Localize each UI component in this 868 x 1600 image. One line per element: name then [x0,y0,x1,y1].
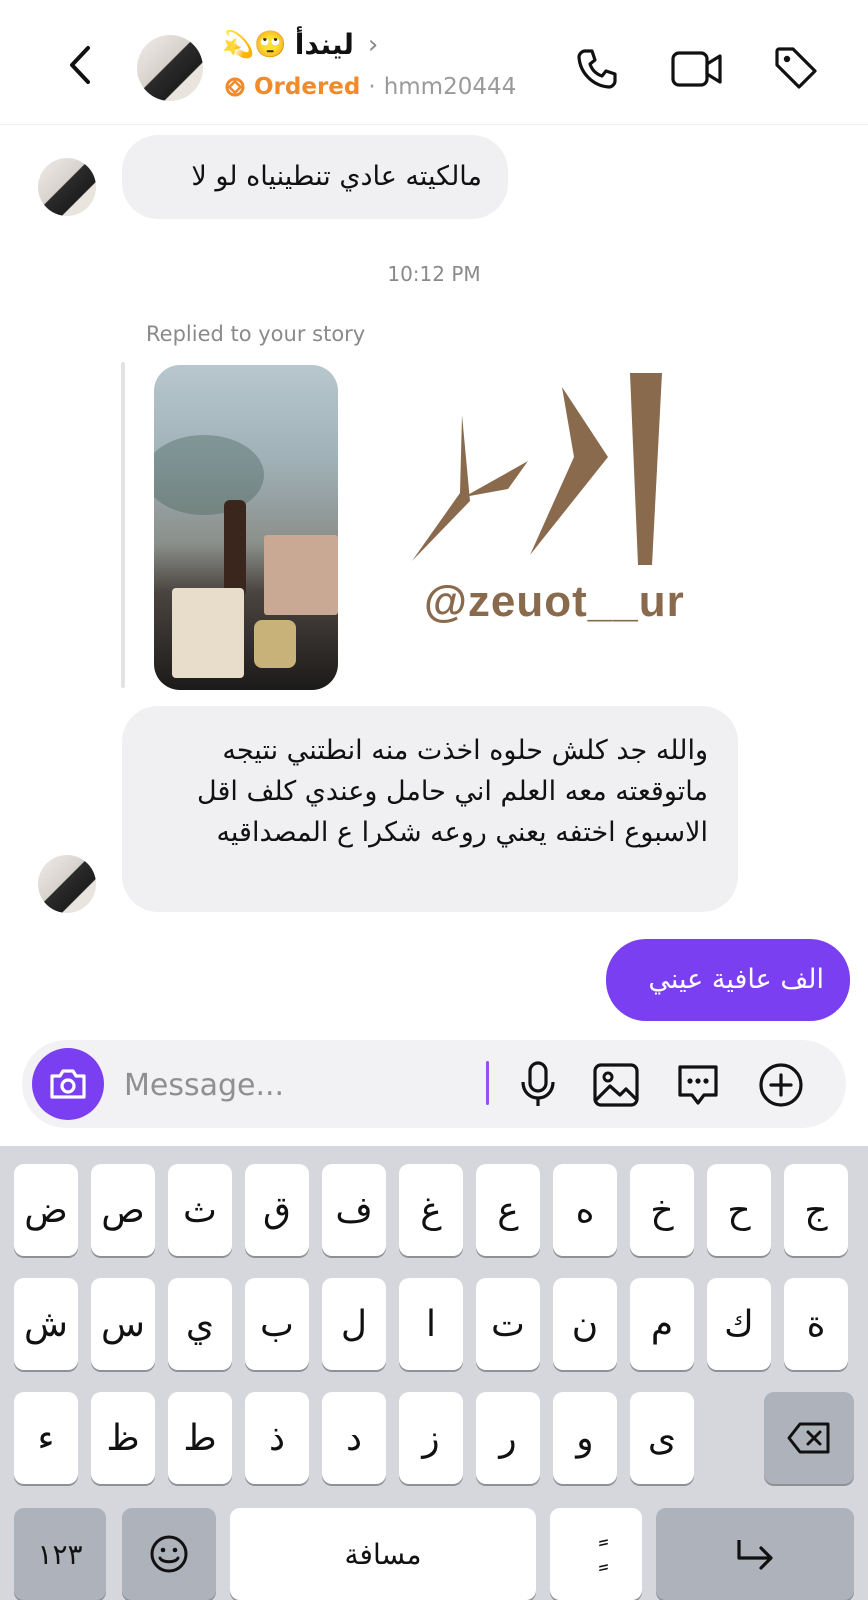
avatar[interactable] [137,35,203,101]
chat-header: 💫🙄 ليندأ › Ordered · hmm20444 [0,0,868,125]
diacritics-key[interactable]: ًٍ [550,1508,642,1600]
key[interactable]: ت [476,1278,540,1370]
key[interactable]: ج [784,1164,848,1256]
ordered-label: Ordered [254,74,361,100]
key[interactable]: خ [630,1164,694,1256]
camera-icon [50,1069,86,1099]
text-caret [486,1061,489,1105]
contact-emojis: 💫🙄 [222,29,287,60]
key[interactable]: ل [322,1278,386,1370]
microphone-icon[interactable] [514,1058,562,1112]
story-brand-handle: @zeuot__ur [424,577,685,626]
key[interactable]: ق [245,1164,309,1256]
timestamp: 10:12 PM [387,262,481,286]
brand-logo [412,373,662,565]
contact-name: ليندأ [294,28,354,61]
story-thumbnail[interactable] [154,365,338,690]
key[interactable]: ظ [91,1392,155,1484]
key[interactable]: س [91,1278,155,1370]
key[interactable]: ر [476,1392,540,1484]
phone-icon[interactable] [571,43,623,95]
key[interactable]: د [322,1392,386,1484]
plant-leaf [154,435,264,515]
product-box [172,588,244,678]
key[interactable]: ة [784,1278,848,1370]
avatar[interactable] [38,158,96,216]
key[interactable]: ذ [245,1392,309,1484]
separator: · [368,74,376,100]
contact-subtitle: Ordered · hmm20444 [224,74,516,100]
replied-label: Replied to your story [146,322,366,346]
key[interactable]: غ [399,1164,463,1256]
key[interactable]: ز [399,1392,463,1484]
keyboard: ض ص ث ق ف غ ع ه خ ح ج ش س ي ب ل ا ت ن م … [0,1146,868,1600]
username: hmm20444 [383,74,517,100]
key[interactable]: م [630,1278,694,1370]
product-jar [254,620,296,668]
message-bubble-received[interactable]: مالكيته عادي تنطينياه لو لا [122,135,508,219]
space-key[interactable]: مسافة [230,1508,536,1600]
message-input[interactable] [122,1062,476,1108]
contact-title[interactable]: 💫🙄 ليندأ › [222,28,378,61]
message-bubble-received[interactable]: والله جد كلش حلوه اخذت منه انطتني نتيجه … [122,706,738,912]
key[interactable]: ع [476,1164,540,1256]
key[interactable]: ك [707,1278,771,1370]
key[interactable]: ن [553,1278,617,1370]
key[interactable]: و [553,1392,617,1484]
key[interactable]: ا [399,1278,463,1370]
chat-bubble-dots-icon[interactable] [673,1060,723,1110]
key[interactable]: ء [14,1392,78,1484]
chevron-right-icon: › [367,29,379,60]
image-icon[interactable] [591,1060,641,1110]
ordered-badge-icon [225,77,245,97]
avatar[interactable] [38,855,96,913]
emoji-icon[interactable] [122,1508,216,1600]
key[interactable]: ه [553,1164,617,1256]
product-bottle [224,500,246,595]
key[interactable]: ث [168,1164,232,1256]
key[interactable]: ي [168,1278,232,1370]
key[interactable]: ط [168,1392,232,1484]
key[interactable]: ى [630,1392,694,1484]
key[interactable]: ب [245,1278,309,1370]
backspace-icon[interactable] [764,1392,854,1484]
key[interactable]: ص [91,1164,155,1256]
plus-circle-icon[interactable] [756,1060,806,1110]
chevron-left-icon[interactable] [56,40,106,90]
video-camera-icon[interactable] [670,43,724,95]
key[interactable]: ح [707,1164,771,1256]
key[interactable]: ف [322,1164,386,1256]
camera-button[interactable] [32,1048,104,1120]
tag-icon[interactable] [770,42,822,94]
return-arrow-icon[interactable] [656,1508,854,1600]
key[interactable]: ش [14,1278,78,1370]
message-bubble-sent[interactable]: الف عافية عيني [606,939,850,1021]
reply-indicator [121,362,125,688]
product-box [264,535,338,615]
key[interactable]: ض [14,1164,78,1256]
numbers-key[interactable]: ١٢٣ [14,1508,106,1600]
